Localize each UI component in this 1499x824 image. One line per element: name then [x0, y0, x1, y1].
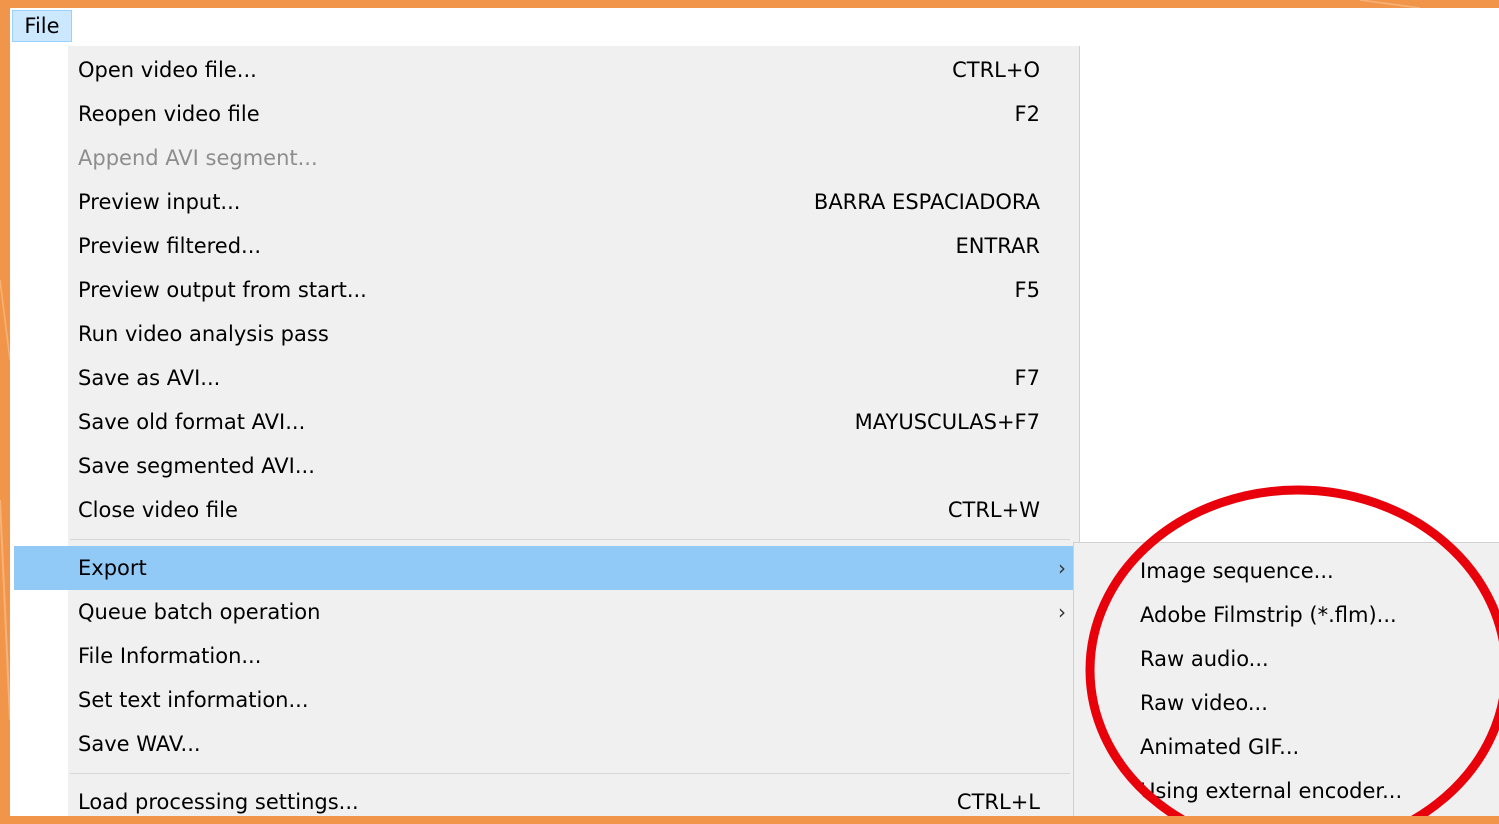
submenu-item-label: Adobe Filmstrip (*.flm)... — [1140, 603, 1397, 627]
submenu-item-label: Using external encoder... — [1140, 779, 1403, 803]
submenu-item-using-external-encoder[interactable]: Using external encoder... — [1074, 769, 1499, 813]
menu-item-export[interactable]: Export › — [14, 546, 1074, 590]
file-menu-dropdown: Open video file... CTRL+O Reopen video f… — [10, 46, 1080, 816]
menu-item-label: Save old format AVI... — [78, 410, 306, 434]
submenu-item-image-sequence[interactable]: Image sequence... — [1074, 549, 1499, 593]
chevron-right-icon: › — [1058, 600, 1066, 624]
menu-item-label: Save WAV... — [78, 732, 201, 756]
export-submenu: Image sequence... Adobe Filmstrip (*.flm… — [1073, 542, 1499, 816]
menu-item-label: Save segmented AVI... — [78, 454, 315, 478]
menu-item-label: Preview input... — [78, 190, 241, 214]
menu-item-shortcut: ENTRAR — [955, 234, 1040, 258]
menu-item-shortcut: MAYUSCULAS+F7 — [854, 410, 1040, 434]
menu-item-open-video-file[interactable]: Open video file... CTRL+O — [14, 48, 1074, 92]
submenu-item-label: Raw audio... — [1140, 647, 1269, 671]
menu-item-shortcut: BARRA ESPACIADORA — [813, 190, 1040, 214]
menu-item-reopen-video-file[interactable]: Reopen video file F2 — [14, 92, 1074, 136]
menu-item-close-video-file[interactable]: Close video file CTRL+W — [14, 488, 1074, 532]
menu-item-file-information[interactable]: File Information... — [14, 634, 1074, 678]
menu-item-label: Append AVI segment... — [78, 146, 318, 170]
menu-item-label: Save as AVI... — [78, 366, 221, 390]
menu-item-load-processing-settings[interactable]: Load processing settings... CTRL+L — [14, 780, 1074, 824]
menu-item-queue-batch-operation[interactable]: Queue batch operation › — [14, 590, 1074, 634]
submenu-item-adobe-filmstrip[interactable]: Adobe Filmstrip (*.flm)... — [1074, 593, 1499, 637]
menu-bar: File — [10, 8, 1499, 46]
submenu-item-raw-audio[interactable]: Raw audio... — [1074, 637, 1499, 681]
menu-item-set-text-information[interactable]: Set text information... — [14, 678, 1074, 722]
menu-item-label: Export — [78, 556, 147, 580]
menu-separator — [70, 773, 1070, 774]
menu-item-preview-filtered[interactable]: Preview filtered... ENTRAR — [14, 224, 1074, 268]
menu-item-label: Load processing settings... — [78, 790, 359, 814]
chevron-right-icon: › — [1058, 556, 1066, 580]
submenu-item-animated-gif[interactable]: Animated GIF... — [1074, 725, 1499, 769]
app-window: File Open video file... CTRL+O Reopen vi… — [10, 8, 1499, 816]
menu-item-preview-output-from-start[interactable]: Preview output from start... F5 — [14, 268, 1074, 312]
menu-item-run-video-analysis-pass[interactable]: Run video analysis pass — [14, 312, 1074, 356]
menu-item-shortcut: CTRL+L — [956, 790, 1040, 814]
menu-item-shortcut: F5 — [1014, 278, 1040, 302]
menu-item-label: Close video file — [78, 498, 238, 522]
menu-item-save-old-format-avi[interactable]: Save old format AVI... MAYUSCULAS+F7 — [14, 400, 1074, 444]
submenu-item-label: Image sequence... — [1140, 559, 1334, 583]
menu-item-label: Set text information... — [78, 688, 309, 712]
menu-item-shortcut: F7 — [1014, 366, 1040, 390]
menu-item-label: Preview filtered... — [78, 234, 262, 258]
menu-file[interactable]: File — [12, 10, 72, 42]
menu-item-append-avi-segment: Append AVI segment... — [14, 136, 1074, 180]
menu-item-label: File Information... — [78, 644, 262, 668]
menu-item-label: Queue batch operation — [78, 600, 321, 624]
menu-item-label: Reopen video file — [78, 102, 260, 126]
menu-item-shortcut: F2 — [1014, 102, 1040, 126]
submenu-item-label: Raw video... — [1140, 691, 1268, 715]
menu-item-preview-input[interactable]: Preview input... BARRA ESPACIADORA — [14, 180, 1074, 224]
menu-item-label: Open video file... — [78, 58, 257, 82]
submenu-item-raw-video[interactable]: Raw video... — [1074, 681, 1499, 725]
menu-item-label: Run video analysis pass — [78, 322, 329, 346]
submenu-item-label: Animated GIF... — [1140, 735, 1300, 759]
menu-item-save-segmented-avi[interactable]: Save segmented AVI... — [14, 444, 1074, 488]
menu-item-label: Preview output from start... — [78, 278, 367, 302]
menu-item-shortcut: CTRL+W — [947, 498, 1040, 522]
menu-item-save-as-avi[interactable]: Save as AVI... F7 — [14, 356, 1074, 400]
menu-item-shortcut: CTRL+O — [952, 58, 1040, 82]
menu-item-save-wav[interactable]: Save WAV... — [14, 722, 1074, 766]
menu-separator — [70, 539, 1070, 540]
